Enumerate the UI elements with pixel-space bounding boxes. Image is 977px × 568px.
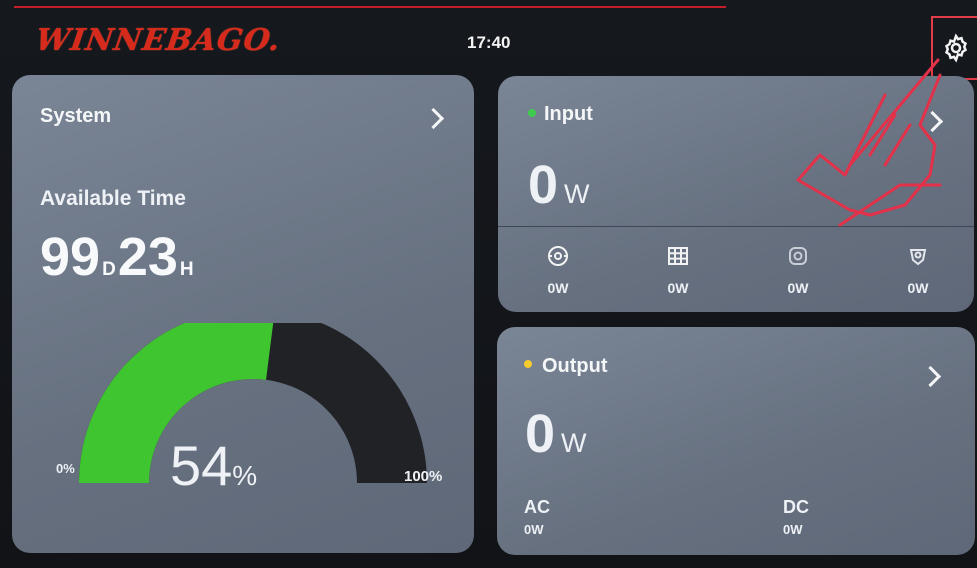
generator-icon [548, 246, 568, 266]
output-ac-label: AC [524, 497, 550, 517]
screen: WINNEBAGO. 17:40 System Available Time 9… [0, 0, 977, 568]
available-time-label: Available Time [40, 187, 186, 210]
output-status-dot [524, 360, 532, 368]
clock: 17:40 [467, 33, 511, 52]
chevron-right-icon[interactable] [422, 107, 445, 130]
input-source-solar[interactable]: 0W [648, 244, 708, 296]
output-ac[interactable]: AC 0W [524, 497, 550, 537]
output-dc-label: DC [783, 497, 809, 517]
input-status-dot [528, 109, 536, 117]
input-source-generator[interactable]: 0W [528, 244, 588, 296]
system-title: System [40, 105, 112, 127]
battery-percent-value: 54 [170, 434, 233, 497]
source-value: 0W [547, 280, 569, 296]
days-unit: D [102, 259, 116, 280]
brand-logo-text: WINNEBAGO. [33, 22, 283, 58]
gauge-min-label: 0% [56, 461, 75, 476]
output-title: Output [542, 355, 608, 377]
input-power-unit: W [564, 179, 590, 209]
source-value: 0W [907, 280, 929, 296]
chevron-right-icon[interactable] [919, 365, 942, 388]
battery-percent-symbol: % [232, 460, 258, 491]
tap-hand-icon [796, 58, 942, 227]
source-value: 0W [787, 280, 809, 296]
input-power: 0 W [528, 154, 590, 216]
output-power-unit: W [561, 428, 587, 458]
input-power-value: 0 [528, 155, 559, 215]
gauge-max-label: 100% [404, 468, 443, 485]
days-value: 99 [40, 227, 101, 287]
system-card[interactable]: System Available Time 99 D 23 H 0% 100% … [12, 75, 474, 553]
output-dc[interactable]: DC 0W [783, 497, 809, 537]
output-ac-value: 0W [524, 522, 544, 537]
input-source-car[interactable]: 0W [768, 244, 828, 296]
output-power: 0 W [525, 403, 587, 465]
battery-percent: 54 % [170, 433, 257, 498]
solar-panel-icon [668, 247, 688, 265]
brand-logo: WINNEBAGO. [33, 20, 283, 60]
output-dc-value: 0W [783, 522, 803, 537]
source-value: 0W [667, 280, 689, 296]
output-card[interactable]: Output 0 W AC 0W DC 0W [497, 327, 975, 555]
available-time-value: 99 D 23 H [40, 227, 196, 287]
input-title: Input [544, 103, 593, 125]
hours-value: 23 [117, 227, 178, 287]
hours-unit: H [179, 259, 194, 280]
input-source-shore[interactable]: 0W [888, 244, 948, 296]
top-accent-line [14, 6, 726, 8]
output-power-value: 0 [525, 404, 556, 464]
shore-power-icon [909, 249, 927, 266]
car-charger-icon [789, 247, 807, 265]
